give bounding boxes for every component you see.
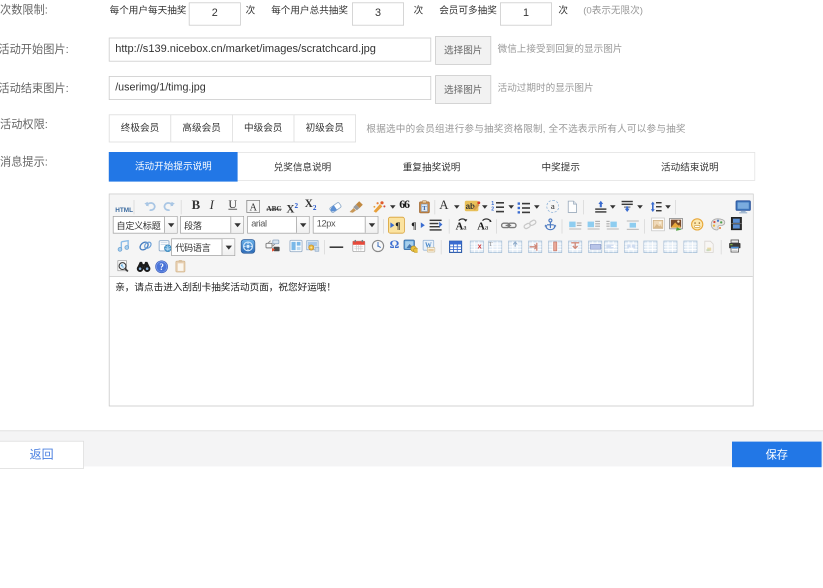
- svg-text:A: A: [456, 221, 464, 231]
- svg-text:x: x: [478, 241, 482, 250]
- svg-text:2: 2: [491, 206, 494, 212]
- svg-text:¶: ¶: [395, 220, 400, 231]
- svg-text:A: A: [477, 221, 485, 231]
- svg-text:T: T: [422, 205, 427, 212]
- svg-text:T: T: [489, 241, 493, 248]
- svg-text:¶: ¶: [411, 220, 416, 231]
- svg-text:a: a: [485, 222, 489, 231]
- svg-text:?: ?: [159, 262, 164, 272]
- svg-text:a: a: [463, 222, 467, 231]
